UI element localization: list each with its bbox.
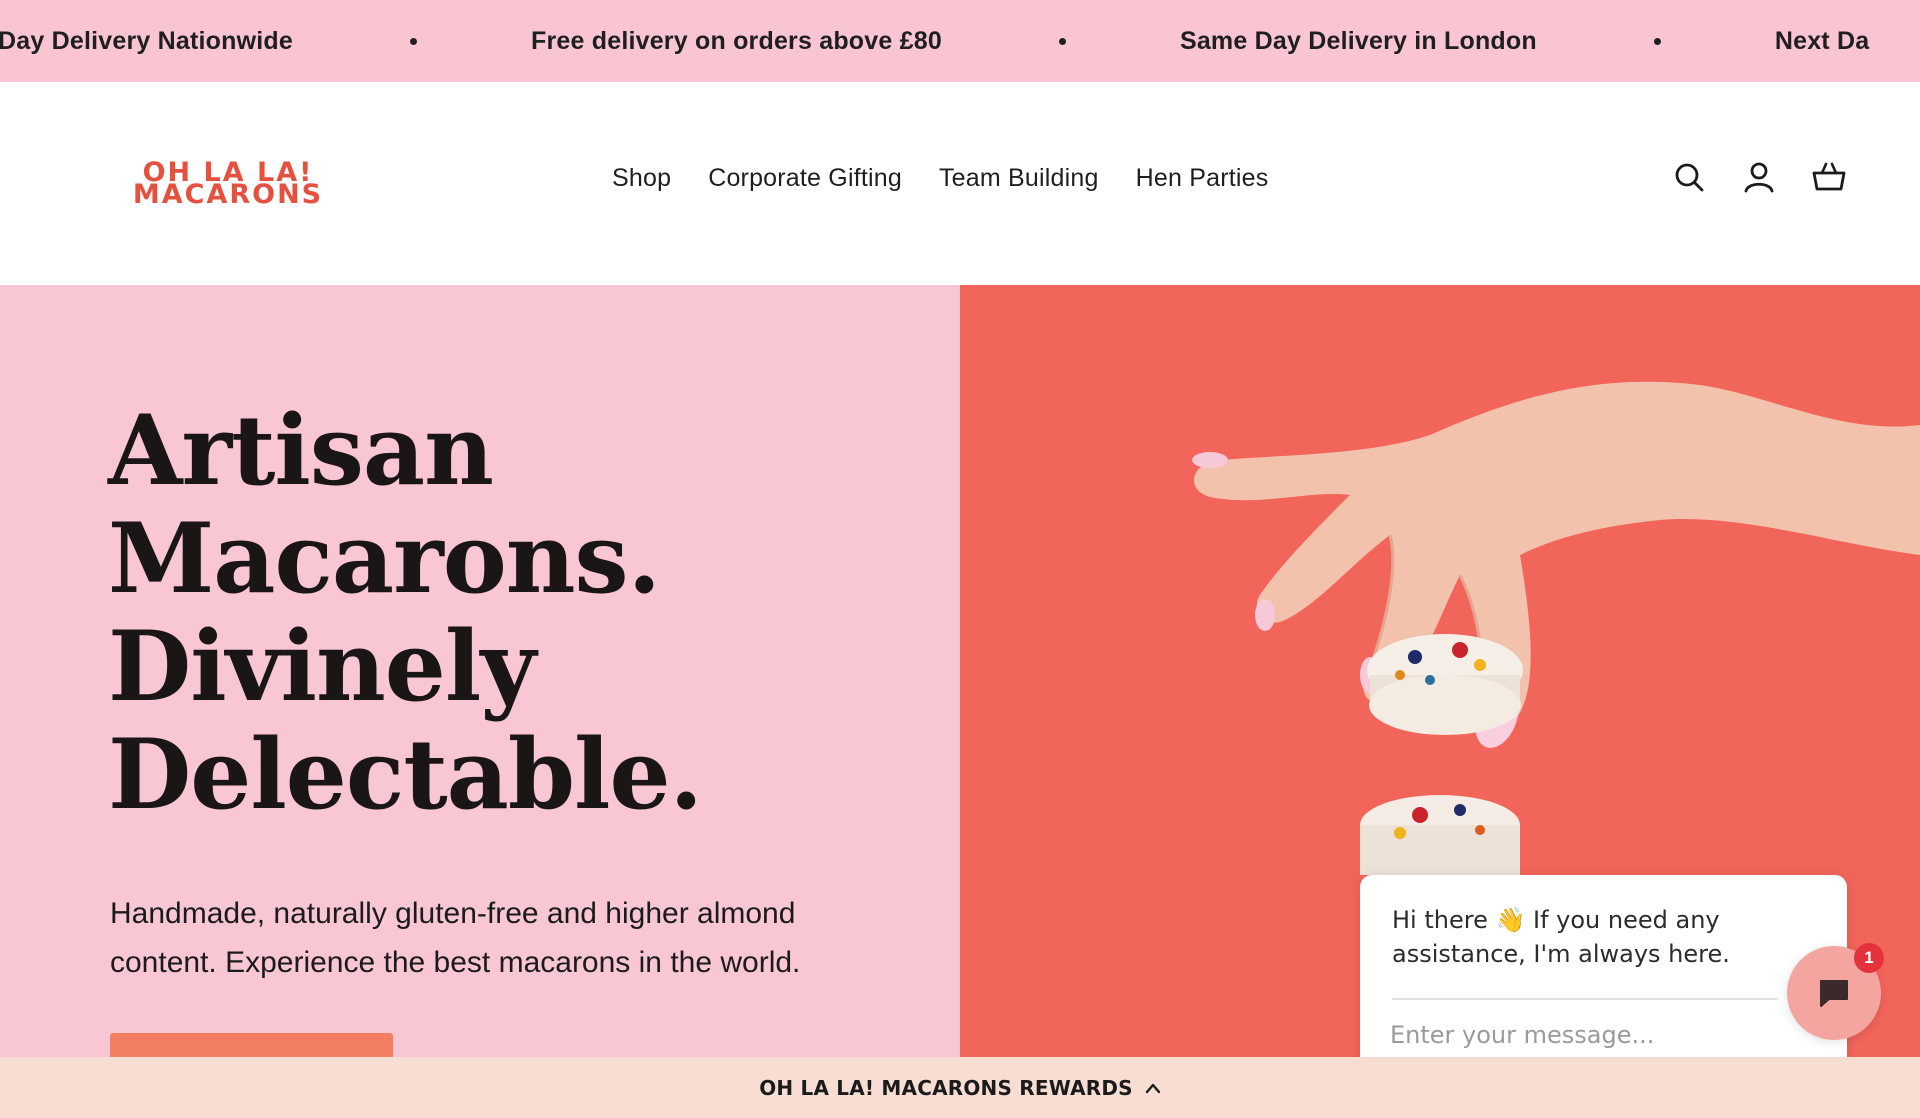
chat-greeting-line-2: assistance, I'm always here. [1392,940,1730,968]
announcement-item: Free delivery on orders above £80 [530,26,942,55]
announcement-track: Day Delivery Nationwide Free delivery on… [0,0,1869,82]
chat-popup: Hi there 👋 If you need any assistance, I… [1360,875,1847,1075]
announcement-item: Same Day Delivery in London [1179,26,1537,55]
chat-greeting: Hi there 👋 If you need any assistance, I… [1392,903,1792,971]
hero-title-line: Macarons. [108,502,661,615]
chat-greeting-hi: Hi there [1392,906,1488,934]
chat-greeting-rest: If you need any [1533,906,1720,934]
unread-badge: 1 [1854,943,1884,973]
hero-text-panel: Artisan Macarons. Divinely Delectable. H… [0,285,960,1073]
announcement-item: Next Da [1774,26,1870,55]
account-icon[interactable] [1742,160,1776,194]
nav-hen-parties[interactable]: Hen Parties [1136,164,1269,193]
brand-logo[interactable]: OH LA LA! MACARONS [113,159,343,210]
waving-hand-icon: 👋 [1495,906,1526,934]
separator-dot [1653,37,1661,45]
rewards-bar[interactable]: OH LA LA! MACARONS REWARDS [0,1057,1920,1118]
hero-subtitle-line: content. Experience the best macarons in… [110,946,801,979]
separator-dot [409,37,417,45]
site-header: OH LA LA! MACARONS Shop Corporate Giftin… [0,82,1920,285]
announcement-bar: Day Delivery Nationwide Free delivery on… [0,0,1920,82]
cart-icon[interactable] [1812,160,1846,194]
search-icon[interactable] [1672,160,1706,194]
chevron-up-icon [1145,1082,1161,1094]
chat-message-input[interactable] [1390,1013,1780,1057]
hero-title: Artisan Macarons. Divinely Delectable. [108,397,868,829]
nav-shop[interactable]: Shop [612,164,671,193]
nav-team-building[interactable]: Team Building [939,164,1099,193]
rewards-label: OH LA LA! MACARONS REWARDS [759,1075,1133,1100]
hero-subtitle-line: Handmade, naturally gluten-free and high… [110,897,796,930]
main-nav: Shop Corporate Gifting Team Building Hen… [612,164,1305,193]
logo-line-2: MACARONS [132,179,324,210]
chat-bubble-icon [1820,980,1848,1007]
hero-title-line: Divinely [108,610,536,723]
hero-title-line: Artisan [108,394,494,507]
announcement-item: Day Delivery Nationwide [0,26,293,55]
nav-corporate-gifting[interactable]: Corporate Gifting [708,164,902,193]
chat-divider [1392,998,1778,1000]
header-actions [1672,160,1846,194]
separator-dot [1058,37,1066,45]
hero-subtitle: Handmade, naturally gluten-free and high… [110,889,890,987]
hero-title-line: Delectable. [108,718,703,831]
